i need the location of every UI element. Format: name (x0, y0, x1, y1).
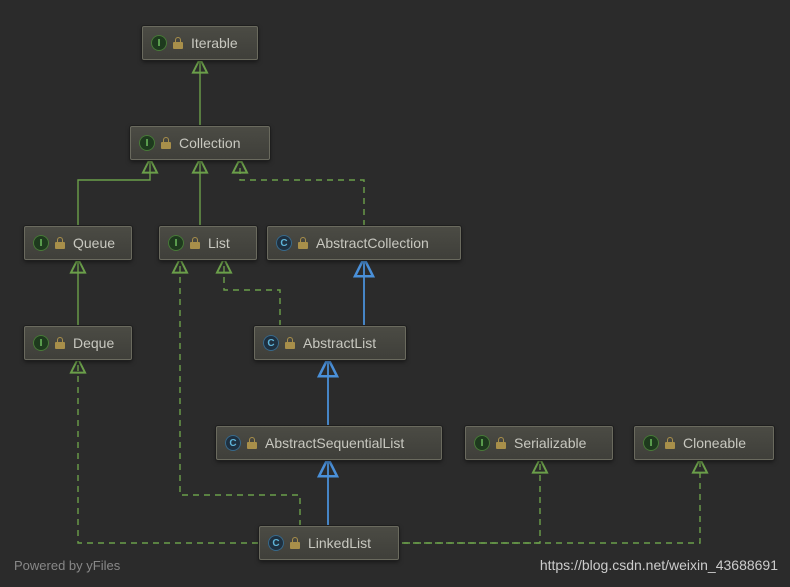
interface-badge-icon: I (151, 35, 167, 51)
lock-icon (247, 437, 257, 449)
node-label: AbstractCollection (316, 235, 429, 251)
class-hierarchy-diagram: I Iterable I Collection I Queue I List C Abstract… (0, 0, 790, 587)
node-queue: I Queue (24, 226, 132, 260)
interface-badge-icon: I (168, 235, 184, 251)
node-absseq: C AbstractSequentialList (216, 426, 442, 460)
node-label: List (208, 235, 230, 251)
class-badge-icon: C (268, 535, 284, 551)
lock-icon (298, 237, 308, 249)
lock-icon (290, 537, 300, 549)
node-clone: I Cloneable (634, 426, 774, 460)
node-list: I List (159, 226, 257, 260)
node-label: LinkedList (308, 535, 371, 551)
interface-badge-icon: I (33, 335, 49, 351)
lock-icon (55, 237, 65, 249)
node-label: AbstractList (303, 335, 376, 351)
edges-layer (0, 0, 790, 587)
edge-linked-to-list (180, 260, 300, 526)
node-label: AbstractSequentialList (265, 435, 404, 451)
lock-icon (496, 437, 506, 449)
node-label: Queue (73, 235, 115, 251)
node-deque: I Deque (24, 326, 132, 360)
node-label: Iterable (191, 35, 238, 51)
interface-badge-icon: I (474, 435, 490, 451)
class-badge-icon: C (225, 435, 241, 451)
edge-linked-to-clone (380, 460, 700, 543)
node-label: Cloneable (683, 435, 746, 451)
lock-icon (285, 337, 295, 349)
lock-icon (173, 37, 183, 49)
node-serial: I Serializable (465, 426, 613, 460)
node-label: Deque (73, 335, 114, 351)
node-linked: C LinkedList (259, 526, 399, 560)
edge-queue-to-collection (78, 160, 150, 226)
interface-badge-icon: I (33, 235, 49, 251)
footer-credit: Powered by yFiles (14, 558, 120, 573)
class-badge-icon: C (263, 335, 279, 351)
node-iterable: I Iterable (142, 26, 258, 60)
lock-icon (190, 237, 200, 249)
edge-abscoll-to-collection (240, 160, 364, 226)
interface-badge-icon: I (643, 435, 659, 451)
lock-icon (161, 137, 171, 149)
node-label: Collection (179, 135, 240, 151)
class-badge-icon: C (276, 235, 292, 251)
edge-abslist-to-list (224, 260, 280, 326)
node-abslist: C AbstractList (254, 326, 406, 360)
node-collection: I Collection (130, 126, 270, 160)
footer-url: https://blog.csdn.net/weixin_43688691 (540, 557, 778, 573)
interface-badge-icon: I (139, 135, 155, 151)
node-abscoll: C AbstractCollection (267, 226, 461, 260)
node-label: Serializable (514, 435, 586, 451)
lock-icon (55, 337, 65, 349)
lock-icon (665, 437, 675, 449)
